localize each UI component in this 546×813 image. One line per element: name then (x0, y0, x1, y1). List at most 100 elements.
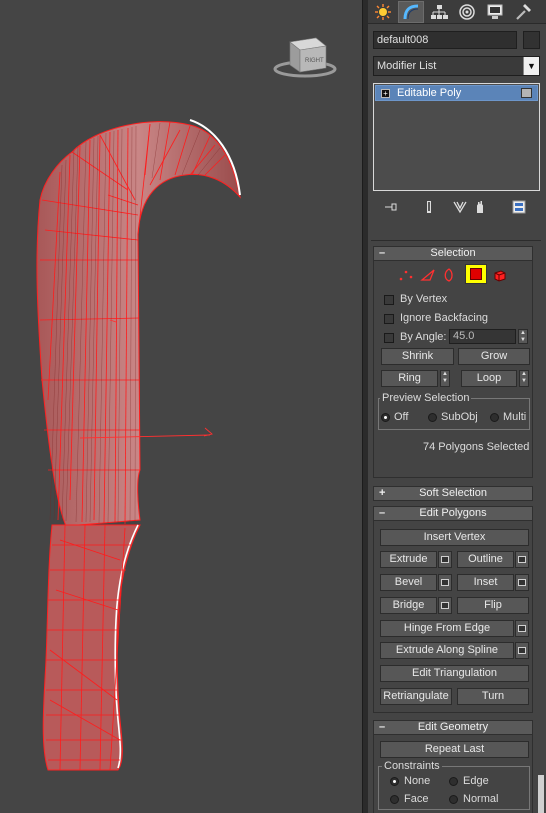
preview-off-label: Off (394, 411, 409, 423)
polygon-icon[interactable] (465, 264, 487, 284)
ignore-backfacing-checkbox[interactable] (384, 314, 394, 324)
shrink-button[interactable]: Shrink (381, 348, 454, 365)
outline-button[interactable]: Outline (457, 551, 514, 568)
constraint-edge-label: Edge (463, 775, 489, 787)
element-icon[interactable] (492, 267, 508, 286)
preview-selection-title: Preview Selection (380, 392, 472, 404)
preview-multi-radio[interactable] (490, 413, 499, 422)
inset-settings-icon[interactable] (515, 574, 529, 591)
constraints-title: Constraints (382, 760, 442, 772)
modifier-stack[interactable]: + Editable Poly (373, 83, 540, 191)
retriangulate-button[interactable]: Retriangulate (380, 688, 452, 705)
constraint-none-radio[interactable] (390, 777, 399, 786)
constraint-normal-radio[interactable] (449, 795, 458, 804)
stack-tools (373, 197, 540, 217)
command-panel-scrollbar[interactable] (538, 775, 544, 813)
inset-button[interactable]: Inset (457, 574, 514, 591)
chevron-down-icon[interactable]: ▼ (523, 57, 539, 75)
preview-subobj-radio[interactable] (428, 413, 437, 422)
ring-spinner[interactable]: ▲ ▼ (440, 370, 450, 387)
command-panel: default008 Modifier List ▼ + Editable Po… (368, 0, 546, 813)
machete-mesh[interactable] (36, 119, 241, 771)
stack-item-toggle[interactable] (521, 88, 532, 98)
selection-rollout-header[interactable]: – Selection (373, 246, 533, 261)
utilities-tab[interactable] (510, 1, 536, 23)
collapse-minus-icon: – (379, 507, 386, 519)
preview-off-radio[interactable] (381, 413, 390, 422)
by-vertex-checkbox[interactable] (384, 295, 394, 305)
soft-selection-title: Soft Selection (419, 487, 487, 499)
make-unique-icon[interactable] (452, 199, 468, 215)
loop-button[interactable]: Loop (461, 370, 517, 387)
vertex-icon[interactable] (398, 267, 414, 286)
expand-plus-icon[interactable]: + (381, 89, 390, 98)
ignore-backfacing-label: Ignore Backfacing (400, 312, 489, 324)
constraint-normal-label: Normal (463, 793, 499, 805)
viewcube[interactable]: RIGHT (273, 37, 337, 78)
angle-spinner[interactable]: ▲ ▼ (518, 329, 528, 344)
outline-settings-icon[interactable] (515, 551, 529, 568)
bridge-settings-icon[interactable] (438, 597, 452, 614)
repeat-last-button[interactable]: Repeat Last (380, 741, 529, 758)
loop-spinner[interactable]: ▲ ▼ (519, 370, 529, 387)
hierarchy-tab[interactable] (426, 1, 452, 23)
preview-subobj-label: SubObj (441, 411, 478, 423)
configure-modifier-sets-icon[interactable] (511, 199, 527, 215)
hinge-from-edge-button[interactable]: Hinge From Edge (380, 620, 514, 637)
insert-vertex-button[interactable]: Insert Vertex (380, 529, 529, 546)
modifier-list-label: Modifier List (377, 60, 437, 72)
ring-button[interactable]: Ring (381, 370, 438, 387)
constraint-edge-radio[interactable] (449, 777, 458, 786)
constraint-face-radio[interactable] (390, 795, 399, 804)
perspective-viewport[interactable]: RIGHT (0, 0, 362, 813)
turn-button[interactable]: Turn (457, 688, 529, 705)
border-icon[interactable] (441, 267, 457, 286)
by-angle-label: By Angle: (400, 331, 447, 343)
monitor-icon (487, 4, 503, 19)
sun-star-icon (375, 4, 391, 20)
grow-button[interactable]: Grow (458, 348, 530, 365)
edit-geometry-title: Edit Geometry (417, 721, 489, 733)
constraint-face-label: Face (404, 793, 429, 805)
create-tab[interactable] (370, 1, 396, 23)
pin-stack-icon[interactable] (383, 199, 399, 215)
viewcube-face-label: RIGHT (305, 58, 324, 64)
constraint-none-label: None (404, 775, 431, 787)
collapse-minus-icon: – (379, 247, 386, 259)
command-panel-tabs (368, 0, 546, 24)
show-end-result-icon[interactable] (421, 199, 437, 215)
edit-geometry-rollout-header[interactable]: – Edit Geometry (373, 720, 533, 735)
by-angle-checkbox[interactable] (384, 333, 394, 343)
remove-modifier-icon[interactable] (472, 199, 488, 215)
edit-polygons-rollout-header[interactable]: – Edit Polygons (373, 506, 533, 521)
motion-tab[interactable] (454, 1, 480, 23)
selection-rollout-body: By Vertex Ignore Backfacing By Angle: 45… (373, 261, 533, 478)
edit-triangulation-button[interactable]: Edit Triangulation (380, 665, 529, 682)
bridge-button[interactable]: Bridge (380, 597, 437, 614)
object-name-field[interactable]: default008 (373, 31, 517, 49)
angle-field[interactable]: 45.0 (449, 329, 516, 344)
display-tab[interactable] (482, 1, 508, 23)
by-vertex-label: By Vertex (400, 293, 448, 305)
selection-title: Selection (430, 247, 476, 259)
edge-icon[interactable] (420, 267, 436, 286)
edit-polygons-title: Edit Polygons (419, 507, 487, 519)
flip-button[interactable]: Flip (457, 597, 529, 614)
bevel-button[interactable]: Bevel (380, 574, 437, 591)
modify-tab[interactable] (398, 1, 424, 23)
extrude-along-spline-settings-icon[interactable] (515, 642, 529, 659)
stack-item-editable-poly[interactable]: + Editable Poly (375, 85, 538, 101)
hammer-icon (516, 4, 531, 20)
preview-multi-label: Multi (503, 411, 527, 423)
rollout-area: – Selection By Vertex Ignore Backfacing … (371, 240, 541, 813)
edit-polygons-rollout-body: Insert Vertex Extrude Outline Bevel Inse… (373, 521, 533, 713)
object-color-swatch[interactable] (523, 31, 540, 49)
extrude-along-spline-button[interactable]: Extrude Along Spline (380, 642, 514, 659)
extrude-settings-icon[interactable] (438, 551, 452, 568)
motion-circle-icon (459, 4, 475, 20)
hinge-settings-icon[interactable] (515, 620, 529, 637)
soft-selection-rollout-header[interactable]: + Soft Selection (373, 486, 533, 501)
modifier-list-dropdown[interactable]: Modifier List ▼ (373, 56, 540, 76)
extrude-button[interactable]: Extrude (380, 551, 437, 568)
bevel-settings-icon[interactable] (438, 574, 452, 591)
